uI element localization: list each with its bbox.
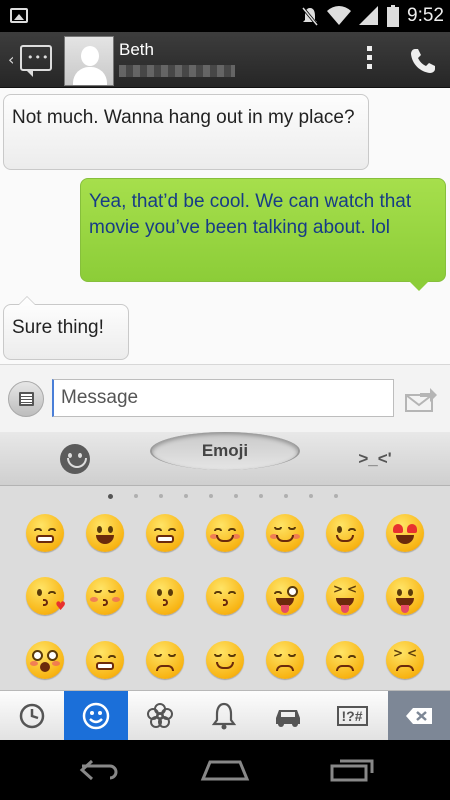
tab-emoticon[interactable]: >_<': [300, 432, 450, 486]
home-icon: [200, 760, 250, 781]
battery-icon: [387, 5, 400, 27]
messaging-app-icon: •••: [20, 45, 52, 77]
contact-name: Beth: [119, 40, 154, 59]
nav-home-button[interactable]: [195, 754, 255, 786]
emoji-heart-eyes[interactable]: [386, 514, 424, 552]
overflow-menu-icon[interactable]: [364, 46, 374, 74]
flower-icon: [147, 703, 173, 728]
signal-icon: [359, 6, 379, 25]
emoji-grid: ♥: [16, 507, 436, 687]
back-icon: [79, 759, 118, 781]
phone-call-icon[interactable]: [408, 46, 438, 76]
system-navigation-bar: [0, 740, 450, 800]
bell-icon: [211, 702, 237, 730]
attach-button[interactable]: [8, 381, 44, 417]
tab-smiley[interactable]: [0, 432, 150, 486]
delete-key[interactable]: [388, 691, 450, 741]
category-places[interactable]: [256, 691, 320, 741]
emoji-pensive[interactable]: [146, 641, 184, 679]
symbols-label: !?#: [336, 706, 368, 726]
message-composer: [0, 364, 450, 432]
emoji-kissing-smiling-eyes[interactable]: [206, 577, 244, 615]
attach-icon: [19, 392, 34, 406]
status-time: 9:52: [407, 5, 444, 26]
emoji-smile[interactable]: [206, 514, 244, 552]
keyboard-tabs: Emoji >_<': [0, 432, 450, 486]
emoji-grin[interactable]: [86, 641, 124, 679]
emoji-relaxed[interactable]: [266, 514, 304, 552]
smiley-icon: [82, 702, 110, 730]
emoji-stuck-out-tongue-closed-eyes[interactable]: [326, 577, 364, 615]
contact-number-redacted: [119, 65, 235, 77]
emoji-page-indicator: [0, 487, 450, 505]
status-icons: 9:52: [301, 4, 444, 28]
emoji-keyboard: Emoji >_<' ♥ > < > < !?#: [0, 432, 450, 741]
emoji-persevere[interactable]: [386, 641, 424, 679]
conversation-header: ‹ ••• Beth: [0, 32, 450, 88]
status-bar: 9:52: [0, 0, 450, 32]
message-input[interactable]: [52, 379, 394, 417]
category-recent[interactable]: [0, 691, 64, 741]
incoming-message-bubble[interactable]: Sure thing!: [3, 296, 129, 360]
emoji-relieved[interactable]: [206, 641, 244, 679]
outgoing-message-bubble[interactable]: Yea, that’d be cool. We can watch that m…: [80, 178, 446, 291]
category-people[interactable]: [64, 691, 128, 741]
emoji-blush-smile[interactable]: [146, 514, 184, 552]
avatar-body-shape: [73, 67, 107, 85]
emoji-stuck-out-tongue[interactable]: [386, 577, 424, 615]
avatar-head-shape: [81, 46, 99, 66]
category-objects[interactable]: [192, 691, 256, 741]
image-notification-icon: [10, 8, 28, 23]
recent-apps-icon: [330, 759, 374, 782]
contact-avatar[interactable]: [64, 36, 114, 86]
emoji-kissing[interactable]: [146, 577, 184, 615]
emoji-flushed[interactable]: [26, 641, 64, 679]
emoji-smiley[interactable]: [86, 514, 124, 552]
emoji-disappointed[interactable]: [326, 641, 364, 679]
message-thread[interactable]: Not much. Wanna hang out in my place? Ye…: [0, 88, 450, 364]
emoji-category-bar: !?#: [0, 690, 450, 741]
emoji-grinning[interactable]: [26, 514, 64, 552]
car-icon: [276, 710, 300, 727]
wifi-icon: [327, 6, 352, 26]
emoji-stuck-out-tongue-winking-eye[interactable]: [266, 577, 304, 615]
emoji-wink[interactable]: [326, 514, 364, 552]
incoming-message-bubble[interactable]: Not much. Wanna hang out in my place?: [3, 94, 369, 170]
clock-icon: [19, 703, 45, 729]
send-icon[interactable]: [404, 385, 438, 413]
emoji-kissing-closed-eyes[interactable]: [86, 577, 124, 615]
chevron-left-icon: ‹: [8, 50, 15, 69]
tab-emoji[interactable]: Emoji: [150, 432, 300, 470]
nav-back-button[interactable]: [70, 754, 130, 786]
category-nature[interactable]: [128, 691, 192, 741]
emoji-kissing-heart[interactable]: ♥: [26, 577, 66, 615]
backspace-icon: [406, 708, 432, 724]
smiley-icon: [60, 444, 90, 474]
muted-icon: [301, 7, 319, 26]
emoji-unamused[interactable]: [266, 641, 304, 679]
category-symbols[interactable]: !?#: [320, 691, 384, 741]
nav-recent-apps-button[interactable]: [322, 754, 382, 786]
